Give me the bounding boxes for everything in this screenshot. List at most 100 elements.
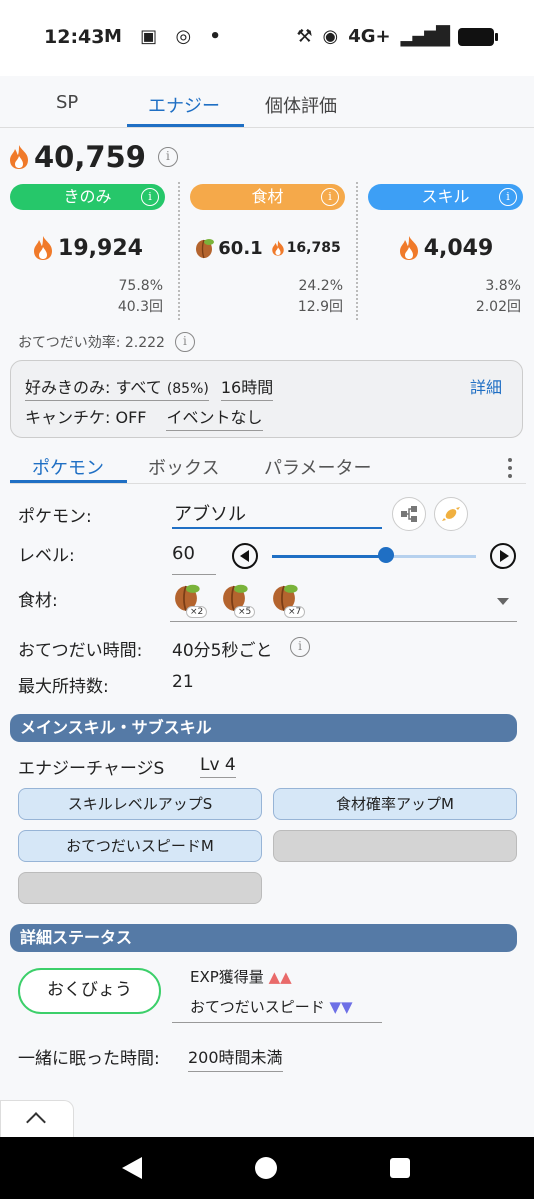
status-bar: 12:43 M ▣ ◎ • ⚒ ◉ 4G+ ▂▄▆█: [0, 0, 534, 76]
energy-total: 40,759 i: [8, 140, 178, 174]
back-icon[interactable]: [122, 1157, 142, 1179]
ingredient-count: ×7: [284, 606, 306, 618]
network-label: 4G+: [348, 26, 391, 47]
sub-skill-3[interactable]: おてつだいスピードM: [18, 830, 262, 862]
level-up-button[interactable]: [490, 543, 516, 569]
main-skill-name[interactable]: エナジーチャージS: [18, 754, 164, 779]
info-icon[interactable]: i: [157, 147, 178, 167]
triangle-left-icon: [239, 550, 249, 562]
sleep-time-label: 一緒に眠った時間:: [18, 1049, 160, 1069]
info-icon[interactable]: i: [321, 188, 339, 206]
settings-row-1: 好みきのみ: すべて (85%) 16時間: [25, 374, 274, 401]
evolution-tree-button[interactable]: [392, 497, 426, 531]
ingredient-category: 食材 i 60.1 16,785 24.2% 12.9回: [190, 184, 345, 318]
candy-icon: [442, 507, 460, 521]
skill-category: スキル i 4,049 3.8% 2.02回: [368, 184, 523, 318]
flame-icon: [8, 144, 30, 170]
energy-total-value: 40,759: [34, 140, 146, 174]
cacao-icon: [196, 239, 215, 259]
nature-up-label: EXP獲得量: [190, 968, 264, 986]
more-menu-icon[interactable]: [508, 458, 512, 482]
berry-pill: きのみ i: [10, 184, 165, 210]
divider: [172, 1022, 382, 1023]
level-slider-knob[interactable]: [378, 547, 395, 563]
sub-skill-4[interactable]: [273, 830, 517, 862]
ingredient-energy-value: 16,785: [286, 240, 341, 256]
skill-energy: 4,049: [368, 230, 523, 266]
main-skill-level[interactable]: Lv 4: [200, 755, 236, 778]
tab-iv-rating[interactable]: 個体評価: [265, 92, 337, 118]
tab-energy[interactable]: エナジー: [148, 92, 220, 118]
navigation-bar: [0, 1137, 534, 1199]
flame-icon: [271, 239, 285, 257]
ingredient-stats: 24.2% 12.9回: [190, 276, 345, 318]
ingredient-label: 食材: [251, 187, 284, 206]
skill-count: 2.02回: [475, 299, 521, 315]
fav-berry-pct: (85%): [166, 381, 209, 397]
level-input[interactable]: 60: [172, 543, 216, 575]
berry-count: 40.3回: [117, 299, 163, 315]
info-icon[interactable]: i: [499, 188, 517, 206]
max-carry-label: 最大所持数:: [18, 677, 109, 697]
nature-button[interactable]: おくびょう: [18, 968, 161, 1014]
info-icon[interactable]: i: [141, 188, 159, 206]
sub-skill-2[interactable]: 食材確率アップM: [273, 788, 517, 820]
detail-link[interactable]: 詳細: [470, 374, 502, 398]
tree-icon: [401, 506, 417, 522]
divider: [356, 182, 358, 320]
ingredient-pct: 24.2%: [298, 278, 343, 294]
help-efficiency-text: おてつだい効率: 2.222: [18, 335, 165, 351]
sub-skill-1[interactable]: スキルレベルアップS: [18, 788, 262, 820]
tab-pokemon[interactable]: ポケモン: [32, 454, 104, 480]
info-icon[interactable]: i: [174, 332, 195, 352]
pokemon-input[interactable]: アブソル: [172, 500, 382, 529]
help-efficiency: おてつだい効率: 2.222 i: [18, 332, 195, 352]
tab-box[interactable]: ボックス: [148, 454, 219, 480]
tab-sp[interactable]: SP: [56, 92, 78, 113]
help-time-value: 40分5秒ごと: [172, 641, 273, 661]
max-carry-value: 21: [172, 672, 194, 692]
tools-icon: ⚒: [296, 26, 313, 47]
tab-indicator: [10, 480, 127, 483]
berry-label: きのみ: [63, 187, 112, 206]
candy-button[interactable]: [434, 497, 468, 531]
top-tabs: SP エナジー 個体評価: [0, 78, 534, 128]
chevron-up-icon: [26, 1112, 46, 1132]
camp-ticket-setting[interactable]: キャンチケ: OFF: [25, 404, 146, 431]
fav-berry-setting[interactable]: 好みきのみ: すべて (85%): [25, 374, 209, 401]
fav-berry-text: 好みきのみ: すべて: [25, 378, 162, 397]
pokemon-label: ポケモン:: [18, 507, 92, 527]
level-down-button[interactable]: [232, 543, 258, 569]
settings-box[interactable]: 好みきのみ: すべて (85%) 16時間 キャンチケ: OFF イベントなし …: [10, 360, 523, 438]
ingredient-count-value: 60.1: [218, 237, 263, 259]
event-setting[interactable]: イベントなし: [166, 404, 263, 431]
sub-skill-5[interactable]: [18, 872, 262, 904]
berry-category: きのみ i 19,924 75.8% 40.3回: [10, 184, 165, 318]
signal-icon: ▂▄▆█: [400, 26, 450, 47]
recent-apps-icon[interactable]: [390, 1158, 410, 1178]
skill-label: スキル: [421, 187, 470, 206]
settings-row-2: キャンチケ: OFF イベントなし: [25, 404, 263, 431]
skills-section-header: メインスキル・サブスキル: [10, 714, 517, 742]
up-arrows-icon: ▲▲: [268, 968, 292, 986]
sub-tabs: ポケモン ボックス パラメーター: [10, 446, 526, 484]
sleep-time-value[interactable]: 200時間未満: [188, 1044, 283, 1072]
skill-pill: スキル i: [368, 184, 523, 210]
ingredients-select[interactable]: ×2 ×5 ×7: [170, 582, 517, 622]
ingredient-slot: ×7: [270, 582, 306, 620]
divider: [178, 182, 180, 320]
nature-down-effect: おてつだいスピード ▼▼: [190, 996, 353, 1017]
tab-parameters[interactable]: パラメーター: [264, 454, 371, 480]
sleep-hours-setting[interactable]: 16時間: [220, 374, 274, 401]
status-section-header: 詳細ステータス: [10, 924, 517, 952]
triangle-right-icon: [499, 550, 509, 562]
home-icon[interactable]: [255, 1157, 277, 1179]
ingredient-count: 12.9回: [297, 299, 343, 315]
ingredient-count: ×5: [234, 606, 256, 618]
flame-icon: [398, 235, 420, 261]
expand-panel-button[interactable]: [0, 1100, 74, 1138]
level-slider[interactable]: [272, 555, 476, 558]
info-icon[interactable]: i: [290, 637, 310, 657]
skill-stats: 3.8% 2.02回: [368, 276, 523, 318]
system-icons: ⚒ ◉ 4G+ ▂▄▆█: [296, 26, 498, 47]
